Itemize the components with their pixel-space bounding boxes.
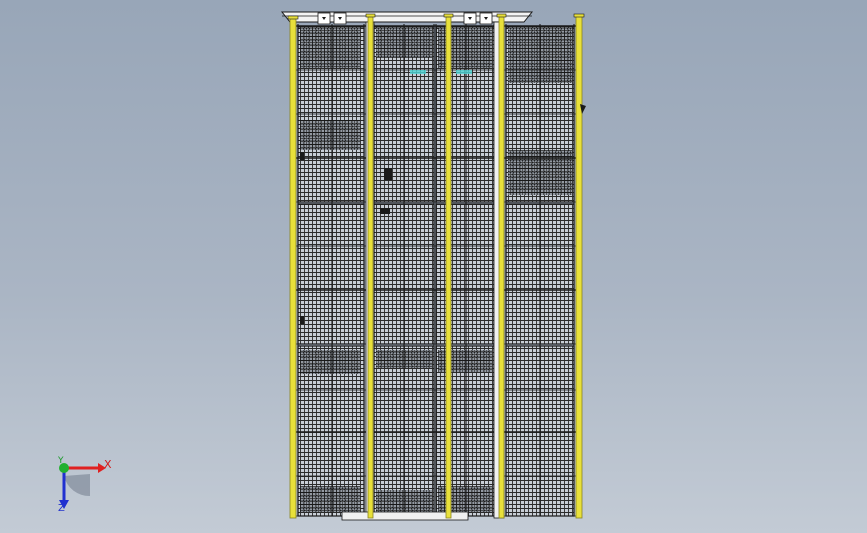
dense-mesh-zone-1 (300, 28, 360, 68)
cage-model (280, 11, 586, 521)
dense-mesh-zone-5 (300, 120, 360, 150)
dense-mesh-zone-10 (300, 486, 360, 512)
mesh-panel-2 (297, 203, 365, 345)
cad-viewport[interactable] (0, 0, 867, 533)
yellow-post-3 (445, 15, 452, 519)
y-axis-label: Y (58, 456, 64, 466)
mesh-panel-8 (435, 203, 495, 345)
latch-block-1 (384, 168, 392, 180)
cyan-accent-1 (410, 70, 426, 74)
hinge-block-1 (300, 152, 304, 160)
yellow-post-5 (575, 15, 583, 519)
yellow-post-cap-5 (573, 13, 585, 18)
x-axis-label: X (104, 458, 112, 471)
latch-block-2 (380, 208, 390, 214)
dense-mesh-zone-7 (300, 350, 360, 374)
yellow-post-2 (367, 15, 374, 519)
yellow-post-1 (289, 17, 297, 519)
yellow-post-cap-4 (496, 13, 507, 18)
yellow-post-cap-1 (287, 15, 299, 20)
yellow-post-cap-2 (365, 13, 376, 18)
hinge-block-2 (300, 316, 304, 324)
triad-shadow-arc (64, 474, 90, 497)
yellow-post-4 (498, 15, 505, 519)
yellow-post-cap-3 (443, 13, 454, 18)
cyan-accent-2 (456, 70, 472, 74)
z-axis-label: Z (58, 503, 65, 514)
